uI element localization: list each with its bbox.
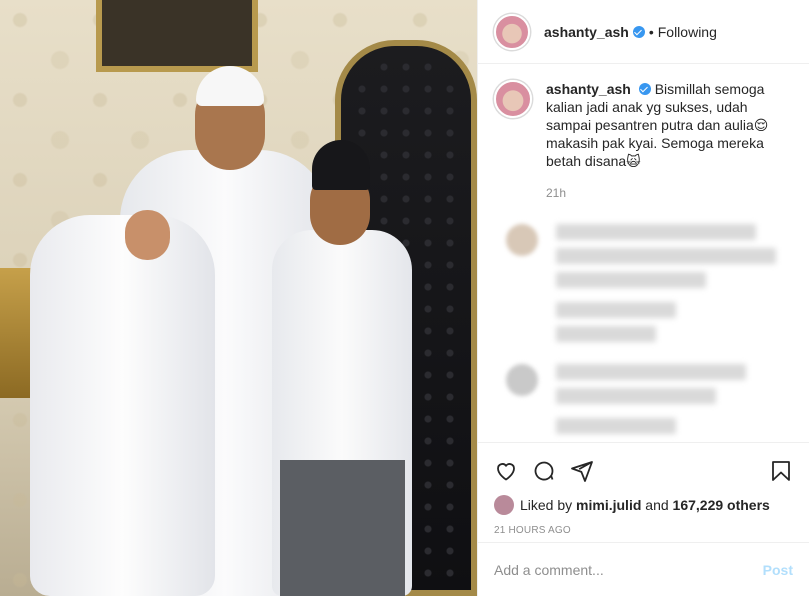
caption-body: ashanty_ash Bismillah semoga kalian jadi… xyxy=(546,80,784,170)
boy-black-cap xyxy=(312,140,370,190)
liker-avatar[interactable] xyxy=(494,495,514,515)
comment-input[interactable] xyxy=(494,561,763,578)
caption-age[interactable]: 21h xyxy=(546,186,793,200)
caption-avatar[interactable] xyxy=(494,80,532,118)
separator-dot: • xyxy=(648,23,654,40)
blurred-comment xyxy=(494,364,793,442)
boy-sarong xyxy=(280,460,405,596)
liked-by-user[interactable]: mimi.julid xyxy=(576,497,641,513)
comment-icon[interactable] xyxy=(532,459,556,483)
comments-list[interactable]: ashanty_ash Bismillah semoga kalian jadi… xyxy=(478,64,809,442)
author-username[interactable]: ashanty_ash xyxy=(544,24,629,40)
wall-picture-frame xyxy=(96,0,258,72)
post-timestamp[interactable]: 21 HOURS AGO xyxy=(494,525,793,536)
likes-others[interactable]: 167,229 others xyxy=(673,497,770,513)
follow-button[interactable]: Following xyxy=(658,24,717,40)
girl-face xyxy=(125,210,170,260)
post-actions: Liked by mimi.julid and 167,229 others 2… xyxy=(478,442,809,550)
caption: ashanty_ash Bismillah semoga kalian jadi… xyxy=(494,80,793,170)
post-side-panel: ashanty_ash • Following ashanty_ash Bism… xyxy=(477,0,809,596)
post-comment-button[interactable]: Post xyxy=(763,562,793,578)
blurred-comment xyxy=(494,224,793,350)
share-icon[interactable] xyxy=(570,459,594,483)
blurred-avatar xyxy=(506,364,538,396)
post-photo[interactable] xyxy=(0,0,477,596)
girl-figure xyxy=(30,215,215,596)
verified-icon xyxy=(632,25,645,38)
action-icons xyxy=(494,451,793,491)
add-comment-bar: Post xyxy=(478,542,809,596)
heart-icon[interactable] xyxy=(494,459,518,483)
verified-icon xyxy=(638,83,651,95)
likes-summary: Liked by mimi.julid and 167,229 others xyxy=(494,495,793,515)
blurred-comment-text xyxy=(556,364,746,442)
liked-and: and xyxy=(645,497,669,513)
blurred-avatar xyxy=(506,224,538,256)
post-header: ashanty_ash • Following xyxy=(478,0,809,64)
bookmark-icon[interactable] xyxy=(769,459,793,483)
author-avatar[interactable] xyxy=(494,13,530,50)
blurred-comment-text xyxy=(556,224,776,350)
caption-username[interactable]: ashanty_ash xyxy=(546,81,631,97)
liked-by-prefix: Liked by xyxy=(520,497,573,513)
